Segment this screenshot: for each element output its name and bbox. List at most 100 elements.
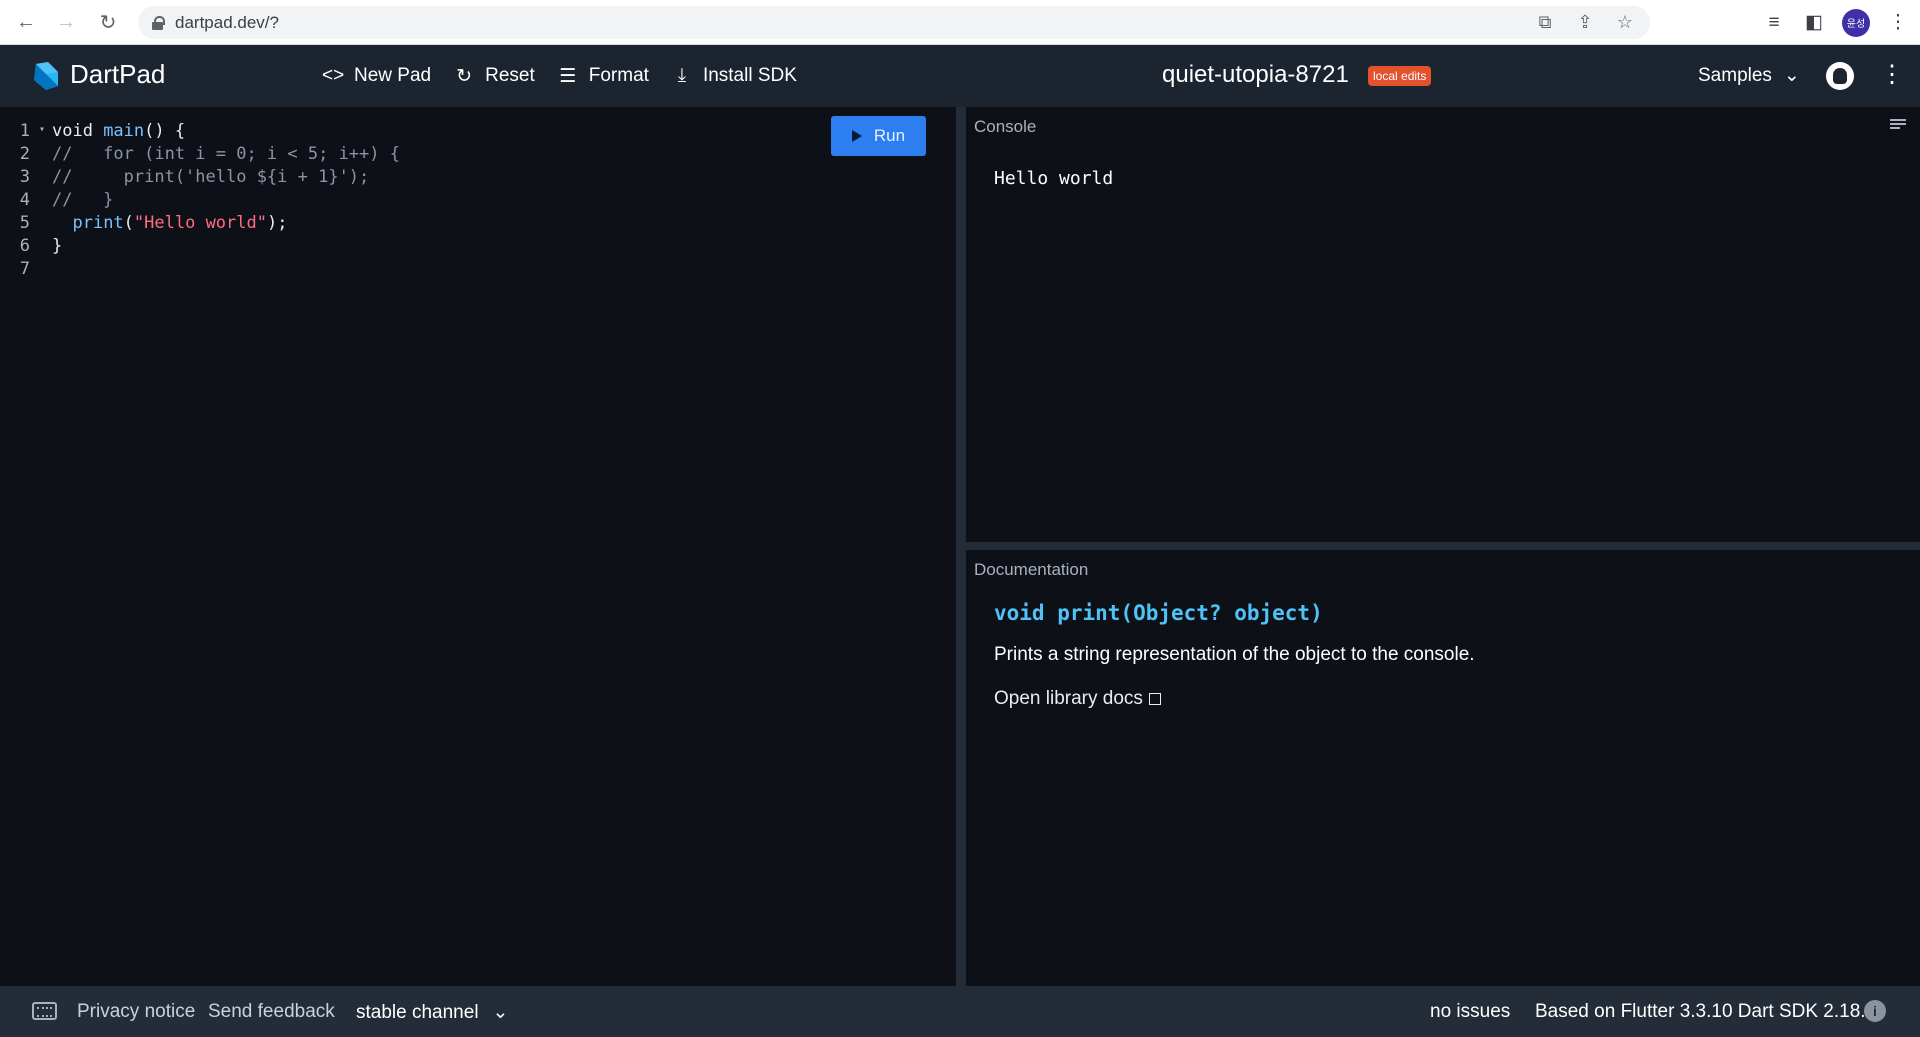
code-lines[interactable]: 1 ▾ void main() {2// for (int i = 0; i < 5…	[0, 120, 400, 281]
code-line[interactable]: 4 // }	[0, 189, 400, 212]
refresh-icon: ↻	[456, 65, 473, 87]
lock-icon	[152, 16, 165, 30]
open-library-docs-link[interactable]: Open library docs	[994, 688, 1161, 710]
line-number: 7	[19, 259, 30, 279]
privacy-notice-link[interactable]: Privacy notice	[77, 1001, 195, 1023]
code-line[interactable]: 6}	[0, 235, 400, 258]
line-number: 5	[19, 213, 30, 233]
code-editor[interactable]: 1 ▾ void main() {2// for (int i = 0; i < 5…	[0, 107, 956, 986]
channel-dropdown[interactable]: stable channel ⌄	[356, 1001, 508, 1024]
chevron-down-icon: ⌄	[492, 1002, 509, 1023]
code-line[interactable]: 2 // for (int i = 0; i < 5; i++) {	[0, 143, 400, 166]
vertical-splitter[interactable]	[956, 107, 966, 986]
doc-description: Prints a string representation of the ob…	[994, 644, 1475, 665]
code-token: void	[52, 121, 104, 141]
line-number: 3	[19, 167, 30, 187]
forward-arrow-icon[interactable]: →	[46, 0, 86, 45]
sdk-version: Based on Flutter 3.3.10 Dart SDK 2.18.6	[1535, 1001, 1877, 1022]
code-line[interactable]: 3 // print('hello ${i + 1}');	[0, 166, 400, 189]
code-token: }	[52, 236, 63, 256]
code-token: );	[266, 213, 288, 233]
line-number: 6	[19, 236, 30, 256]
keyboard-icon[interactable]	[32, 1002, 57, 1020]
code-token: // for (int i = 0; i < 5; i++) {	[52, 144, 400, 164]
code-brackets-icon: <>	[322, 65, 345, 86]
code-text[interactable]: // }	[52, 189, 113, 212]
format-button[interactable]: ☰ Format	[557, 65, 649, 88]
console-panel: Console Hello world	[966, 107, 1920, 542]
back-arrow-icon[interactable]: ←	[6, 0, 46, 45]
code-token: main	[103, 121, 145, 141]
line-number: 1	[19, 121, 30, 141]
side-panel-icon[interactable]: ◧	[1802, 11, 1826, 35]
profile-avatar[interactable]: 윤성	[1842, 8, 1870, 37]
doc-signature: void print(Object? object)	[994, 601, 1323, 625]
code-token: print	[72, 213, 124, 233]
reload-icon[interactable]: ↻	[88, 0, 128, 45]
local-edits-badge: local edits	[1368, 66, 1432, 86]
install-sdk-label: Install SDK	[702, 65, 797, 86]
browser-menu-icon[interactable]: ⋮	[1886, 11, 1910, 35]
documentation-label: Documentation	[974, 560, 1089, 579]
info-icon[interactable]: i	[1864, 1000, 1886, 1022]
line-number: 2	[19, 144, 30, 164]
horizontal-splitter[interactable]	[966, 542, 1920, 550]
console-label: Console	[974, 117, 1037, 136]
status-bar: Privacy notice Send feedback stable chan…	[0, 986, 1920, 1037]
fold-arrow-icon	[32, 143, 52, 166]
fold-arrow-icon	[32, 166, 52, 189]
samples-dropdown[interactable]: Samples ⌄	[1698, 64, 1800, 87]
github-icon[interactable]	[1826, 62, 1854, 90]
fold-arrow-icon	[32, 258, 52, 281]
share-icon[interactable]: ⇪	[1574, 12, 1596, 34]
reset-button[interactable]: ↻ Reset	[453, 65, 535, 88]
code-token: () {	[144, 121, 186, 141]
documentation-panel: Documentation void print(Object? object)…	[966, 550, 1920, 986]
code-line[interactable]: 7	[0, 258, 400, 281]
fold-arrow-icon	[32, 212, 52, 235]
fold-arrow-icon	[32, 189, 52, 212]
open-library-docs-label: Open library docs	[994, 688, 1143, 709]
code-line[interactable]: 5 print("Hello world");	[0, 212, 400, 235]
code-text[interactable]: print("Hello world");	[52, 212, 287, 235]
code-line[interactable]: 1 ▾ void main() {	[0, 120, 400, 143]
bookmark-star-icon[interactable]: ☆	[1614, 12, 1636, 34]
code-text[interactable]: void main() {	[52, 120, 185, 143]
code-token: // }	[52, 190, 114, 210]
clear-console-icon[interactable]	[1890, 119, 1906, 131]
format-lines-icon: ☰	[559, 65, 577, 87]
code-text[interactable]: // print('hello ${i + 1}');	[52, 166, 369, 189]
app-header: DartPad <> New Pad ↻ Reset ☰ Format ⤓ In…	[0, 45, 1920, 107]
channel-label: stable channel	[356, 1001, 479, 1023]
issues-status[interactable]: no issues	[1430, 1001, 1510, 1023]
reading-list-icon[interactable]: ≡	[1762, 11, 1786, 35]
code-token: (	[123, 213, 134, 233]
console-output: Hello world	[994, 168, 1114, 189]
send-feedback-link[interactable]: Send feedback	[208, 1001, 335, 1023]
fold-arrow-icon[interactable]: ▾	[32, 120, 52, 143]
install-sdk-button[interactable]: ⤓ Install SDK	[671, 65, 797, 87]
code-text[interactable]: // for (int i = 0; i < 5; i++) {	[52, 143, 400, 166]
fold-arrow-icon	[32, 235, 52, 258]
more-menu-icon[interactable]: ⋮	[1880, 61, 1904, 89]
run-button[interactable]: Run	[831, 116, 926, 156]
play-icon	[851, 130, 862, 142]
address-bar[interactable]: dartpad.dev/? ⧉ ⇪ ☆	[138, 6, 1650, 39]
translate-icon[interactable]: ⧉	[1534, 12, 1556, 34]
run-label: Run	[873, 126, 906, 145]
code-text[interactable]: }	[52, 235, 62, 258]
code-token: // print('hello ${i + 1}');	[52, 167, 370, 187]
code-token: "Hello world"	[133, 213, 267, 233]
line-number: 4	[19, 190, 30, 210]
new-pad-button[interactable]: <> New Pad	[322, 65, 431, 87]
browser-toolbar: ← → ↻ dartpad.dev/? ⧉ ⇪ ☆ ≡ ◧ 윤성 ⋮	[0, 0, 1920, 45]
reset-label: Reset	[485, 65, 535, 86]
url-text[interactable]: dartpad.dev/?	[175, 13, 279, 33]
dart-logo-icon	[34, 62, 58, 90]
app-title: DartPad	[70, 59, 166, 89]
new-pad-label: New Pad	[354, 65, 432, 86]
chevron-down-icon: ⌄	[1783, 65, 1800, 86]
samples-label: Samples	[1698, 64, 1772, 86]
pad-name: quiet-utopia-8721	[1162, 61, 1349, 88]
